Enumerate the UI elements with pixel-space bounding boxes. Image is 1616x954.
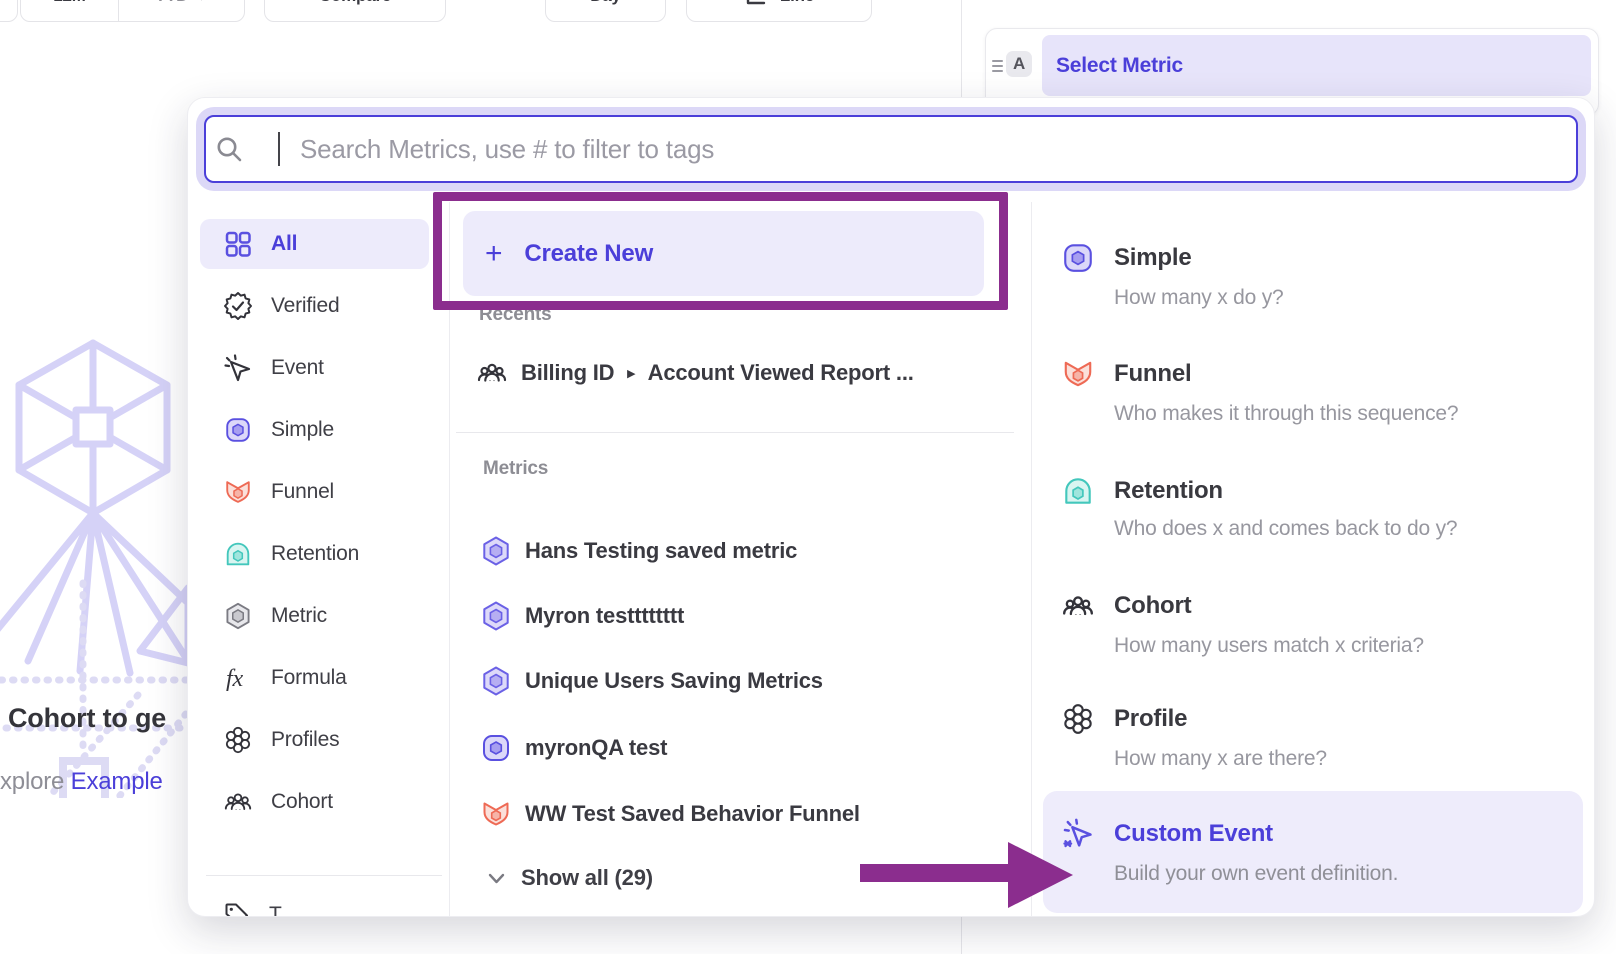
type-simple-title[interactable]: Simple [1114, 242, 1192, 274]
custom-event-highlight[interactable] [1043, 791, 1583, 913]
type-profile-desc: How many x are there? [1114, 745, 1327, 773]
search-input[interactable] [204, 115, 1578, 183]
breadcrumb-arrow: ▸ [627, 364, 634, 382]
type-funnel-title[interactable]: Funnel [1114, 358, 1191, 390]
sidebar-item-tags-partial[interactable]: T [200, 890, 429, 917]
metric-hexagon-icon [480, 665, 512, 697]
simple-metric-icon [480, 732, 512, 764]
tag-icon [223, 901, 251, 917]
svg-text:fx: fx [226, 666, 243, 692]
metric-list-item[interactable]: Hans Testing saved metric [480, 529, 797, 573]
type-cohort-title[interactable]: Cohort [1114, 590, 1191, 622]
profile-cluster-icon [1061, 702, 1095, 736]
line-chart-icon [744, 0, 768, 8]
date-range-group: 12M YTD [20, 0, 245, 22]
simple-metric-icon [1061, 241, 1095, 275]
type-profile-title[interactable]: Profile [1114, 703, 1187, 735]
type-funnel-desc: Who makes it through this sequence? [1114, 400, 1458, 428]
background-explore-line: xplore Example [0, 768, 187, 796]
sidebar-item-metric[interactable]: Metric [200, 591, 429, 641]
show-all-toggle[interactable]: Show all (29) [488, 856, 653, 900]
compare-button[interactable]: Compare [264, 0, 446, 22]
chart-type-line-button[interactable]: Line [686, 0, 872, 22]
verified-badge-icon [223, 291, 253, 321]
range-ytd-button[interactable]: YTD [119, 0, 244, 21]
type-cohort-desc: How many users match x criteria? [1114, 632, 1424, 660]
metric-hexagon-icon [480, 535, 512, 567]
metric-list-item[interactable]: myronQA test [480, 726, 667, 770]
metric-hexagon-icon [480, 600, 512, 632]
sidebar-item-simple[interactable]: Simple [200, 405, 429, 455]
sidebar-item-event[interactable]: Event [200, 343, 429, 393]
cohort-people-icon [1061, 589, 1095, 623]
sidebar-item-cohort[interactable]: Cohort [200, 777, 429, 827]
profiles-cluster-icon [223, 725, 253, 755]
type-simple-desc: How many x do y? [1114, 284, 1284, 312]
retention-icon [223, 539, 253, 569]
funnel-icon [1061, 357, 1095, 391]
recent-cohort-name: Billing ID [521, 360, 614, 386]
type-retention-title[interactable]: Retention [1114, 475, 1223, 507]
sidebar-item-verified[interactable]: Verified [200, 281, 429, 331]
funnel-icon [223, 477, 253, 507]
metrics-section-label: Metrics [483, 458, 548, 480]
sidebar-item-retention[interactable]: Retention [200, 529, 429, 579]
sidebar-item-funnel[interactable]: Funnel [200, 467, 429, 517]
annotation-arrow [853, 838, 1083, 918]
recent-item-billing[interactable]: Billing ID ▸ Account Viewed Report ... [476, 351, 914, 395]
search-icon [214, 134, 244, 164]
sidebar-item-profiles[interactable]: Profiles [200, 715, 429, 765]
event-cursor-icon [223, 353, 253, 383]
row-badge: A [1006, 51, 1032, 77]
funnel-icon [480, 798, 512, 830]
type-custom-event-desc: Build your own event definition. [1114, 860, 1398, 888]
select-metric-label: Select Metric [1056, 54, 1183, 77]
range-12m-button[interactable]: 12M [21, 0, 118, 21]
grid-icon [223, 229, 253, 259]
metric-hexagon-icon [223, 601, 253, 631]
retention-icon [1061, 474, 1095, 508]
formula-fx-icon: fx [223, 663, 253, 693]
sidebar-item-formula[interactable]: fx Formula [200, 653, 429, 703]
metric-list-item[interactable]: Myron testttttttt [480, 594, 684, 638]
chevron-down-icon [195, 0, 208, 1]
drag-handle-icon[interactable] [992, 57, 1003, 75]
toolbar-fragment-button[interactable] [0, 0, 18, 22]
recent-event-name: Account Viewed Report ... [648, 360, 914, 386]
type-custom-event-title[interactable]: Custom Event [1114, 818, 1273, 850]
explore-text: xplore [0, 768, 64, 795]
example-reports-link[interactable]: Example [71, 768, 163, 795]
interval-day-button[interactable]: Day [545, 0, 666, 22]
sidebar-item-all[interactable]: All [200, 219, 429, 269]
column-divider [1031, 202, 1032, 917]
cohort-people-icon [223, 787, 253, 817]
text-cursor [278, 132, 280, 166]
chevron-down-icon [488, 873, 505, 884]
type-retention-desc: Who does x and comes back to do y? [1114, 515, 1457, 543]
background-headline: Cohort to ge [0, 703, 195, 734]
annotation-highlight-box [433, 192, 1008, 310]
middle-divider [456, 432, 1014, 433]
sidebar-section-divider [206, 875, 442, 876]
simple-metric-icon [223, 415, 253, 445]
cohort-people-icon [476, 357, 508, 389]
metric-list-item[interactable]: WW Test Saved Behavior Funnel [480, 792, 860, 836]
select-metric-pill[interactable]: Select Metric [1042, 35, 1591, 96]
metric-list-item[interactable]: Unique Users Saving Metrics [480, 659, 823, 703]
